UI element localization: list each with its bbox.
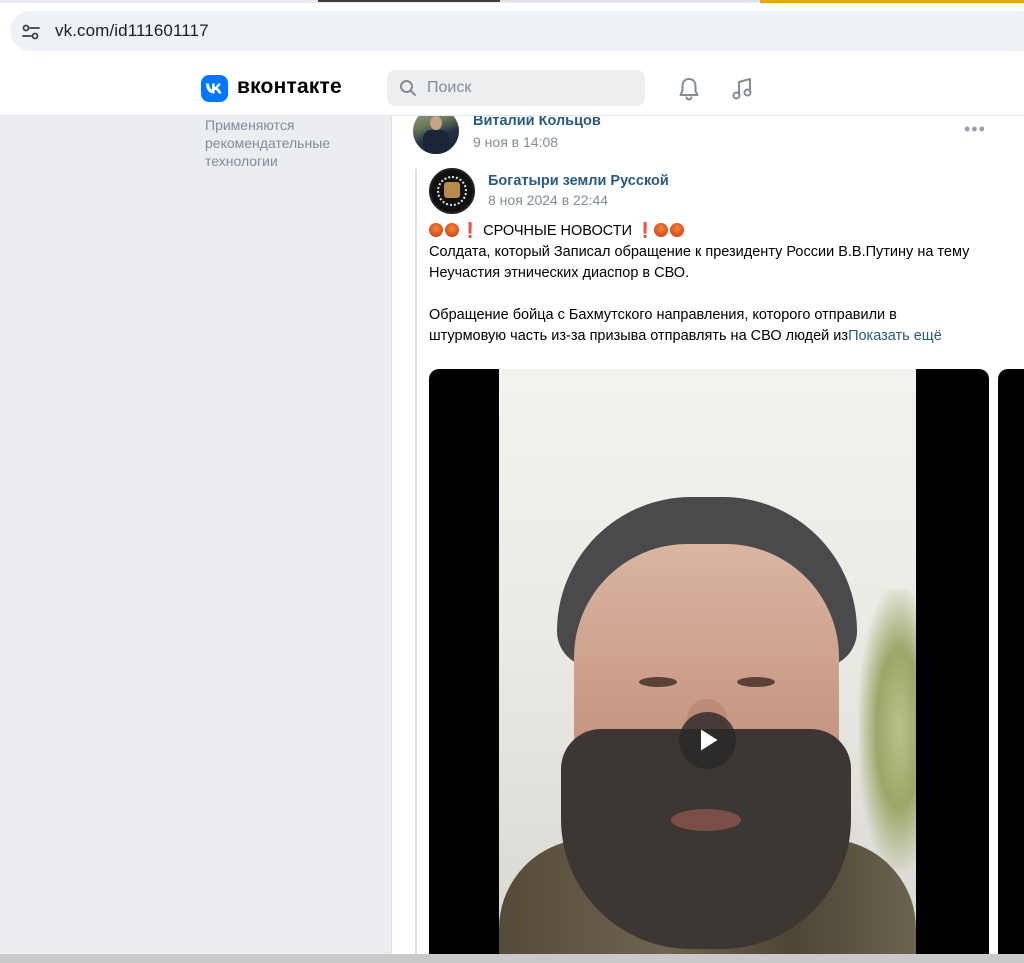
- headline-line: ❗ СРОЧНЫЕ НОВОСТИ ❗: [429, 221, 1019, 242]
- post-author-name[interactable]: Виталий Кольцов: [473, 116, 601, 129]
- angry-face-emoji-icon: [429, 223, 443, 237]
- browser-toolbar: vk.com/id111601117: [0, 3, 1024, 60]
- repost-divider: [415, 169, 417, 954]
- text-line: Солдата, который Записал обращение к пре…: [429, 244, 970, 260]
- search-input[interactable]: Поиск: [387, 70, 645, 106]
- address-bar[interactable]: vk.com/id111601117: [10, 11, 1024, 51]
- site-settings-icon[interactable]: [20, 21, 42, 43]
- vk-header: вконтакте Поиск: [0, 60, 1024, 116]
- post-text: ❗ СРОЧНЫЕ НОВОСТИ ❗ Солдата, который Зап…: [429, 221, 1019, 347]
- horizontal-scrollbar[interactable]: [0, 954, 1024, 963]
- feed-post: Виталий Кольцов 9 ноя в 14:08 ••• Богаты…: [391, 116, 1024, 954]
- post-date[interactable]: 9 ноя в 14:08: [473, 134, 558, 150]
- vk-logo-icon[interactable]: [201, 75, 228, 102]
- next-media-thumbnail[interactable]: [998, 369, 1024, 954]
- exclamation-emoji-icon: ❗: [461, 223, 480, 239]
- exclamation-emoji-icon: ❗: [636, 223, 655, 239]
- video-player[interactable]: [429, 369, 989, 954]
- repost-group-name[interactable]: Богатыри земли Русской: [488, 173, 669, 189]
- thumbnail-mouth: [671, 809, 741, 831]
- thumbnail-tree: [859, 589, 916, 869]
- left-sidebar: Применяются рекомендательные технологии: [0, 116, 390, 954]
- angry-face-emoji-icon: [654, 223, 669, 237]
- truncated-text: штурмовую часть из-за призыва отправлять…: [429, 328, 849, 344]
- repost-date[interactable]: 8 ноя 2024 в 22:44: [488, 192, 608, 208]
- show-more-link[interactable]: Показать ещё: [848, 328, 942, 344]
- video-thumbnail: [499, 369, 916, 954]
- notifications-bell-icon[interactable]: [677, 76, 701, 107]
- text-line: Неучастия этнических диаспор в СВО.: [429, 265, 690, 281]
- headline-text: СРОЧНЫЕ НОВОСТИ: [483, 223, 633, 239]
- text-line-truncated: штурмовую часть из-за призыва отправлять…: [429, 326, 1019, 347]
- text-line: Обращение бойца с Бахмутского направлени…: [429, 307, 897, 323]
- thumbnail-eye: [737, 677, 775, 687]
- avatar-emblem: [444, 182, 460, 198]
- url-text[interactable]: vk.com/id111601117: [55, 21, 209, 41]
- more-options-icon[interactable]: •••: [964, 120, 986, 138]
- angry-face-emoji-icon: [670, 223, 685, 237]
- author-avatar[interactable]: [413, 116, 459, 154]
- play-button-icon[interactable]: [679, 712, 736, 769]
- repost-group-avatar[interactable]: [429, 168, 475, 214]
- avatar-body: [423, 130, 449, 154]
- thumbnail-eye: [639, 677, 677, 687]
- avatar-head: [430, 116, 442, 130]
- recommendation-note: Применяются рекомендательные технологии: [205, 117, 331, 169]
- music-note-icon[interactable]: [730, 76, 754, 107]
- vk-logo-text[interactable]: вконтакте: [237, 75, 342, 99]
- search-icon: [399, 79, 417, 102]
- tab-indicator: [318, 0, 500, 2]
- angry-face-emoji-icon: [445, 223, 459, 237]
- search-placeholder: Поиск: [427, 79, 472, 96]
- tab-indicator: [500, 0, 760, 2]
